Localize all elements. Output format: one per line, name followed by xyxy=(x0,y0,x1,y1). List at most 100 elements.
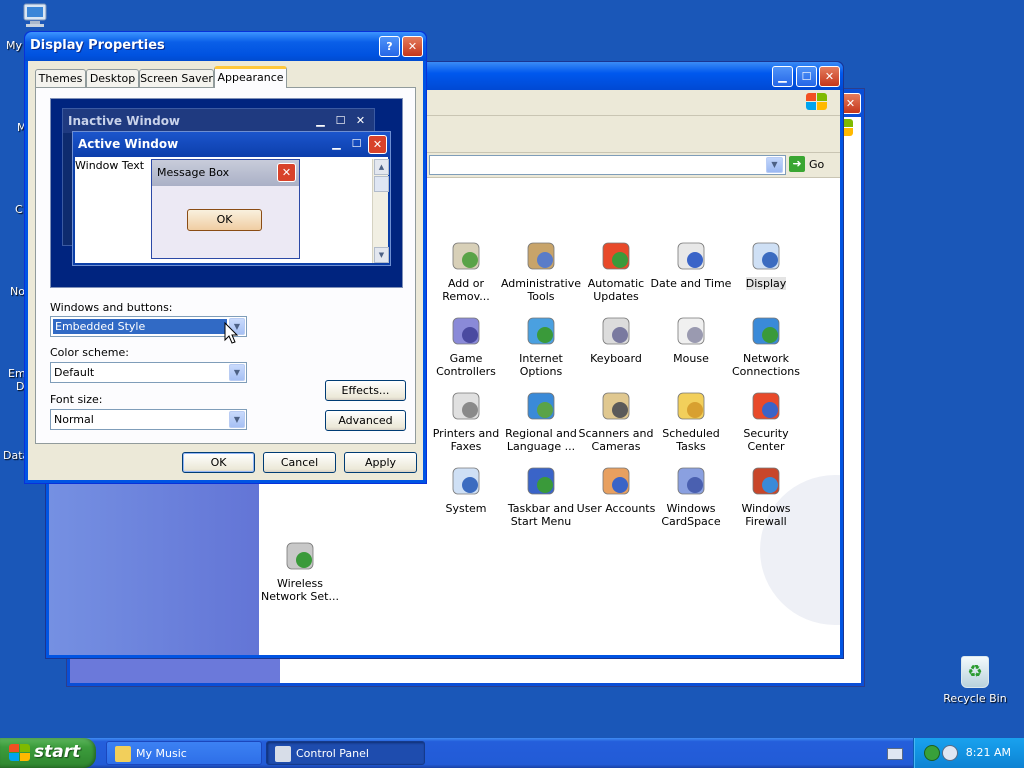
font-size-label: Font size: xyxy=(50,393,103,406)
control-panel-item[interactable]: Windows Firewall xyxy=(725,465,807,528)
color-scheme-select[interactable]: Default ▼ xyxy=(50,362,247,383)
control-panel-item-label: Security Center xyxy=(743,427,789,453)
chevron-down-icon[interactable]: ▼ xyxy=(229,411,245,428)
control-panel-item[interactable]: Network Connections xyxy=(725,315,807,378)
mouse-pointer-icon xyxy=(224,322,239,344)
network-connections-icon xyxy=(750,315,782,347)
control-panel-item[interactable]: System xyxy=(425,465,507,515)
close-icon: ✕ xyxy=(368,135,387,154)
automatic-updates-icon xyxy=(600,240,632,272)
dialog-body: Themes Desktop Screen Saver Appearance I… xyxy=(28,61,423,480)
control-panel-item[interactable]: Scanners and Cameras xyxy=(575,390,657,453)
control-panel-item-label: Internet Options xyxy=(519,352,563,378)
recycle-bin[interactable]: ♻ Recycle Bin xyxy=(940,656,1010,705)
taskbar-item-my-music[interactable]: My Music xyxy=(106,741,262,765)
recycle-bin-label: Recycle Bin xyxy=(943,692,1007,705)
system-tray: 8:21 AM xyxy=(913,738,1024,768)
taskbar-item-label: My Music xyxy=(136,747,187,760)
control-panel-item-label: Mouse xyxy=(673,352,709,365)
scroll-thumb xyxy=(374,176,389,192)
appearance-panel: Inactive Window ▁ ☐ ✕ Active Window ▁ ☐ … xyxy=(35,87,416,444)
control-panel-item[interactable]: Game Controllers xyxy=(425,315,507,378)
keyboard-icon xyxy=(600,315,632,347)
appearance-preview: Inactive Window ▁ ☐ ✕ Active Window ▁ ☐ … xyxy=(50,98,403,288)
taskbar-item-label: Control Panel xyxy=(296,747,369,760)
add-remove-programs-icon xyxy=(450,240,482,272)
control-panel-item[interactable]: Printers and Faxes xyxy=(425,390,507,453)
taskbar-start-menu-icon xyxy=(525,465,557,497)
recycle-bin-icon: ♻ xyxy=(961,656,989,688)
volume-tray-icon[interactable] xyxy=(942,745,958,761)
maximize-icon: ☐ xyxy=(335,114,346,127)
taskbar-item-control-panel[interactable]: Control Panel xyxy=(266,741,425,765)
maximize-button[interactable]: ☐ xyxy=(796,66,817,87)
close-button[interactable]: ✕ xyxy=(819,66,840,87)
control-panel-item[interactable]: Internet Options xyxy=(500,315,582,378)
font-size-select[interactable]: Normal ▼ xyxy=(50,409,247,430)
control-panel-icon xyxy=(275,746,291,762)
control-panel-item-label: Game Controllers xyxy=(436,352,496,378)
printers-faxes-icon xyxy=(450,390,482,422)
windows-buttons-value: Embedded Style xyxy=(53,319,227,334)
ok-button[interactable]: OK xyxy=(182,452,255,473)
desktop-label-fragment: No xyxy=(10,285,25,298)
control-panel-item[interactable]: Taskbar and Start Menu xyxy=(500,465,582,528)
color-scheme-label: Color scheme: xyxy=(50,346,129,359)
minimize-button[interactable]: ▁ xyxy=(772,66,793,87)
folder-icon xyxy=(115,746,131,762)
control-panel-item-label: Scanners and Cameras xyxy=(578,427,654,453)
effects-button[interactable]: Effects... xyxy=(325,380,406,401)
go-button[interactable]: ➜ Go xyxy=(789,155,833,173)
administrative-tools-icon xyxy=(525,240,557,272)
windows-logo-icon xyxy=(9,744,31,762)
address-input[interactable]: ▼ xyxy=(429,155,786,175)
control-panel-item[interactable]: Scheduled Tasks xyxy=(650,390,732,453)
control-panel-item-label: Date and Time xyxy=(650,277,732,290)
tab-desktop[interactable]: Desktop xyxy=(86,69,139,87)
system-icon xyxy=(450,465,482,497)
control-panel-item[interactable]: Date and Time xyxy=(650,240,732,290)
control-panel-item[interactable]: Wireless Network Set... xyxy=(259,540,341,603)
computer-icon xyxy=(23,3,47,27)
tab-themes[interactable]: Themes xyxy=(35,69,86,87)
close-icon: ✕ xyxy=(355,114,366,127)
control-panel-item[interactable]: Administrative Tools xyxy=(500,240,582,303)
keyboard-tray-icon[interactable] xyxy=(887,748,903,760)
tab-appearance[interactable]: Appearance xyxy=(214,66,287,88)
control-panel-item-label: Windows CardSpace xyxy=(661,502,721,528)
cancel-button[interactable]: Cancel xyxy=(263,452,336,473)
my-computer-desktop-icon[interactable] xyxy=(20,2,52,30)
tab-screen-saver[interactable]: Screen Saver xyxy=(139,69,214,87)
control-panel-item[interactable]: User Accounts xyxy=(575,465,657,515)
control-panel-item[interactable]: Security Center xyxy=(725,390,807,453)
control-panel-item[interactable]: Add or Remov... xyxy=(425,240,507,303)
control-panel-item[interactable]: Keyboard xyxy=(575,315,657,365)
display-properties-dialog[interactable]: Display Properties ? ✕ Themes Desktop Sc… xyxy=(24,31,427,484)
windows-buttons-select[interactable]: Embedded Style ▼ xyxy=(50,316,247,337)
close-button[interactable]: ✕ xyxy=(402,36,423,57)
control-panel-item[interactable]: Mouse xyxy=(650,315,732,365)
control-panel-item[interactable]: Regional and Language ... xyxy=(500,390,582,453)
control-panel-item[interactable]: Windows CardSpace xyxy=(650,465,732,528)
advanced-button[interactable]: Advanced xyxy=(325,410,406,431)
control-panel-item-label: Regional and Language ... xyxy=(505,427,577,453)
scroll-up-icon: ▲ xyxy=(374,159,389,175)
dialog-titlebar[interactable]: Display Properties ? ✕ xyxy=(25,32,426,61)
apply-button[interactable]: Apply xyxy=(344,452,417,473)
windows-logo-icon xyxy=(806,93,828,111)
control-panel-item[interactable]: Display xyxy=(725,240,807,290)
chevron-down-icon[interactable]: ▼ xyxy=(229,364,245,381)
go-label: Go xyxy=(809,157,825,171)
control-panel-item-label: Network Connections xyxy=(732,352,800,378)
control-panel-item[interactable]: Automatic Updates xyxy=(575,240,657,303)
scheduled-tasks-icon xyxy=(675,390,707,422)
chevron-down-icon[interactable]: ▼ xyxy=(766,157,783,173)
preview-scrollbar: ▲ ▼ xyxy=(372,159,389,263)
start-button[interactable]: start xyxy=(0,738,96,768)
help-button[interactable]: ? xyxy=(379,36,400,57)
control-panel-item-label: Add or Remov... xyxy=(442,277,490,303)
control-panel-item-label: Windows Firewall xyxy=(741,502,791,528)
network-tray-icon[interactable] xyxy=(924,745,940,761)
minimize-icon: ▁ xyxy=(332,137,341,150)
clock: 8:21 AM xyxy=(965,746,1011,759)
